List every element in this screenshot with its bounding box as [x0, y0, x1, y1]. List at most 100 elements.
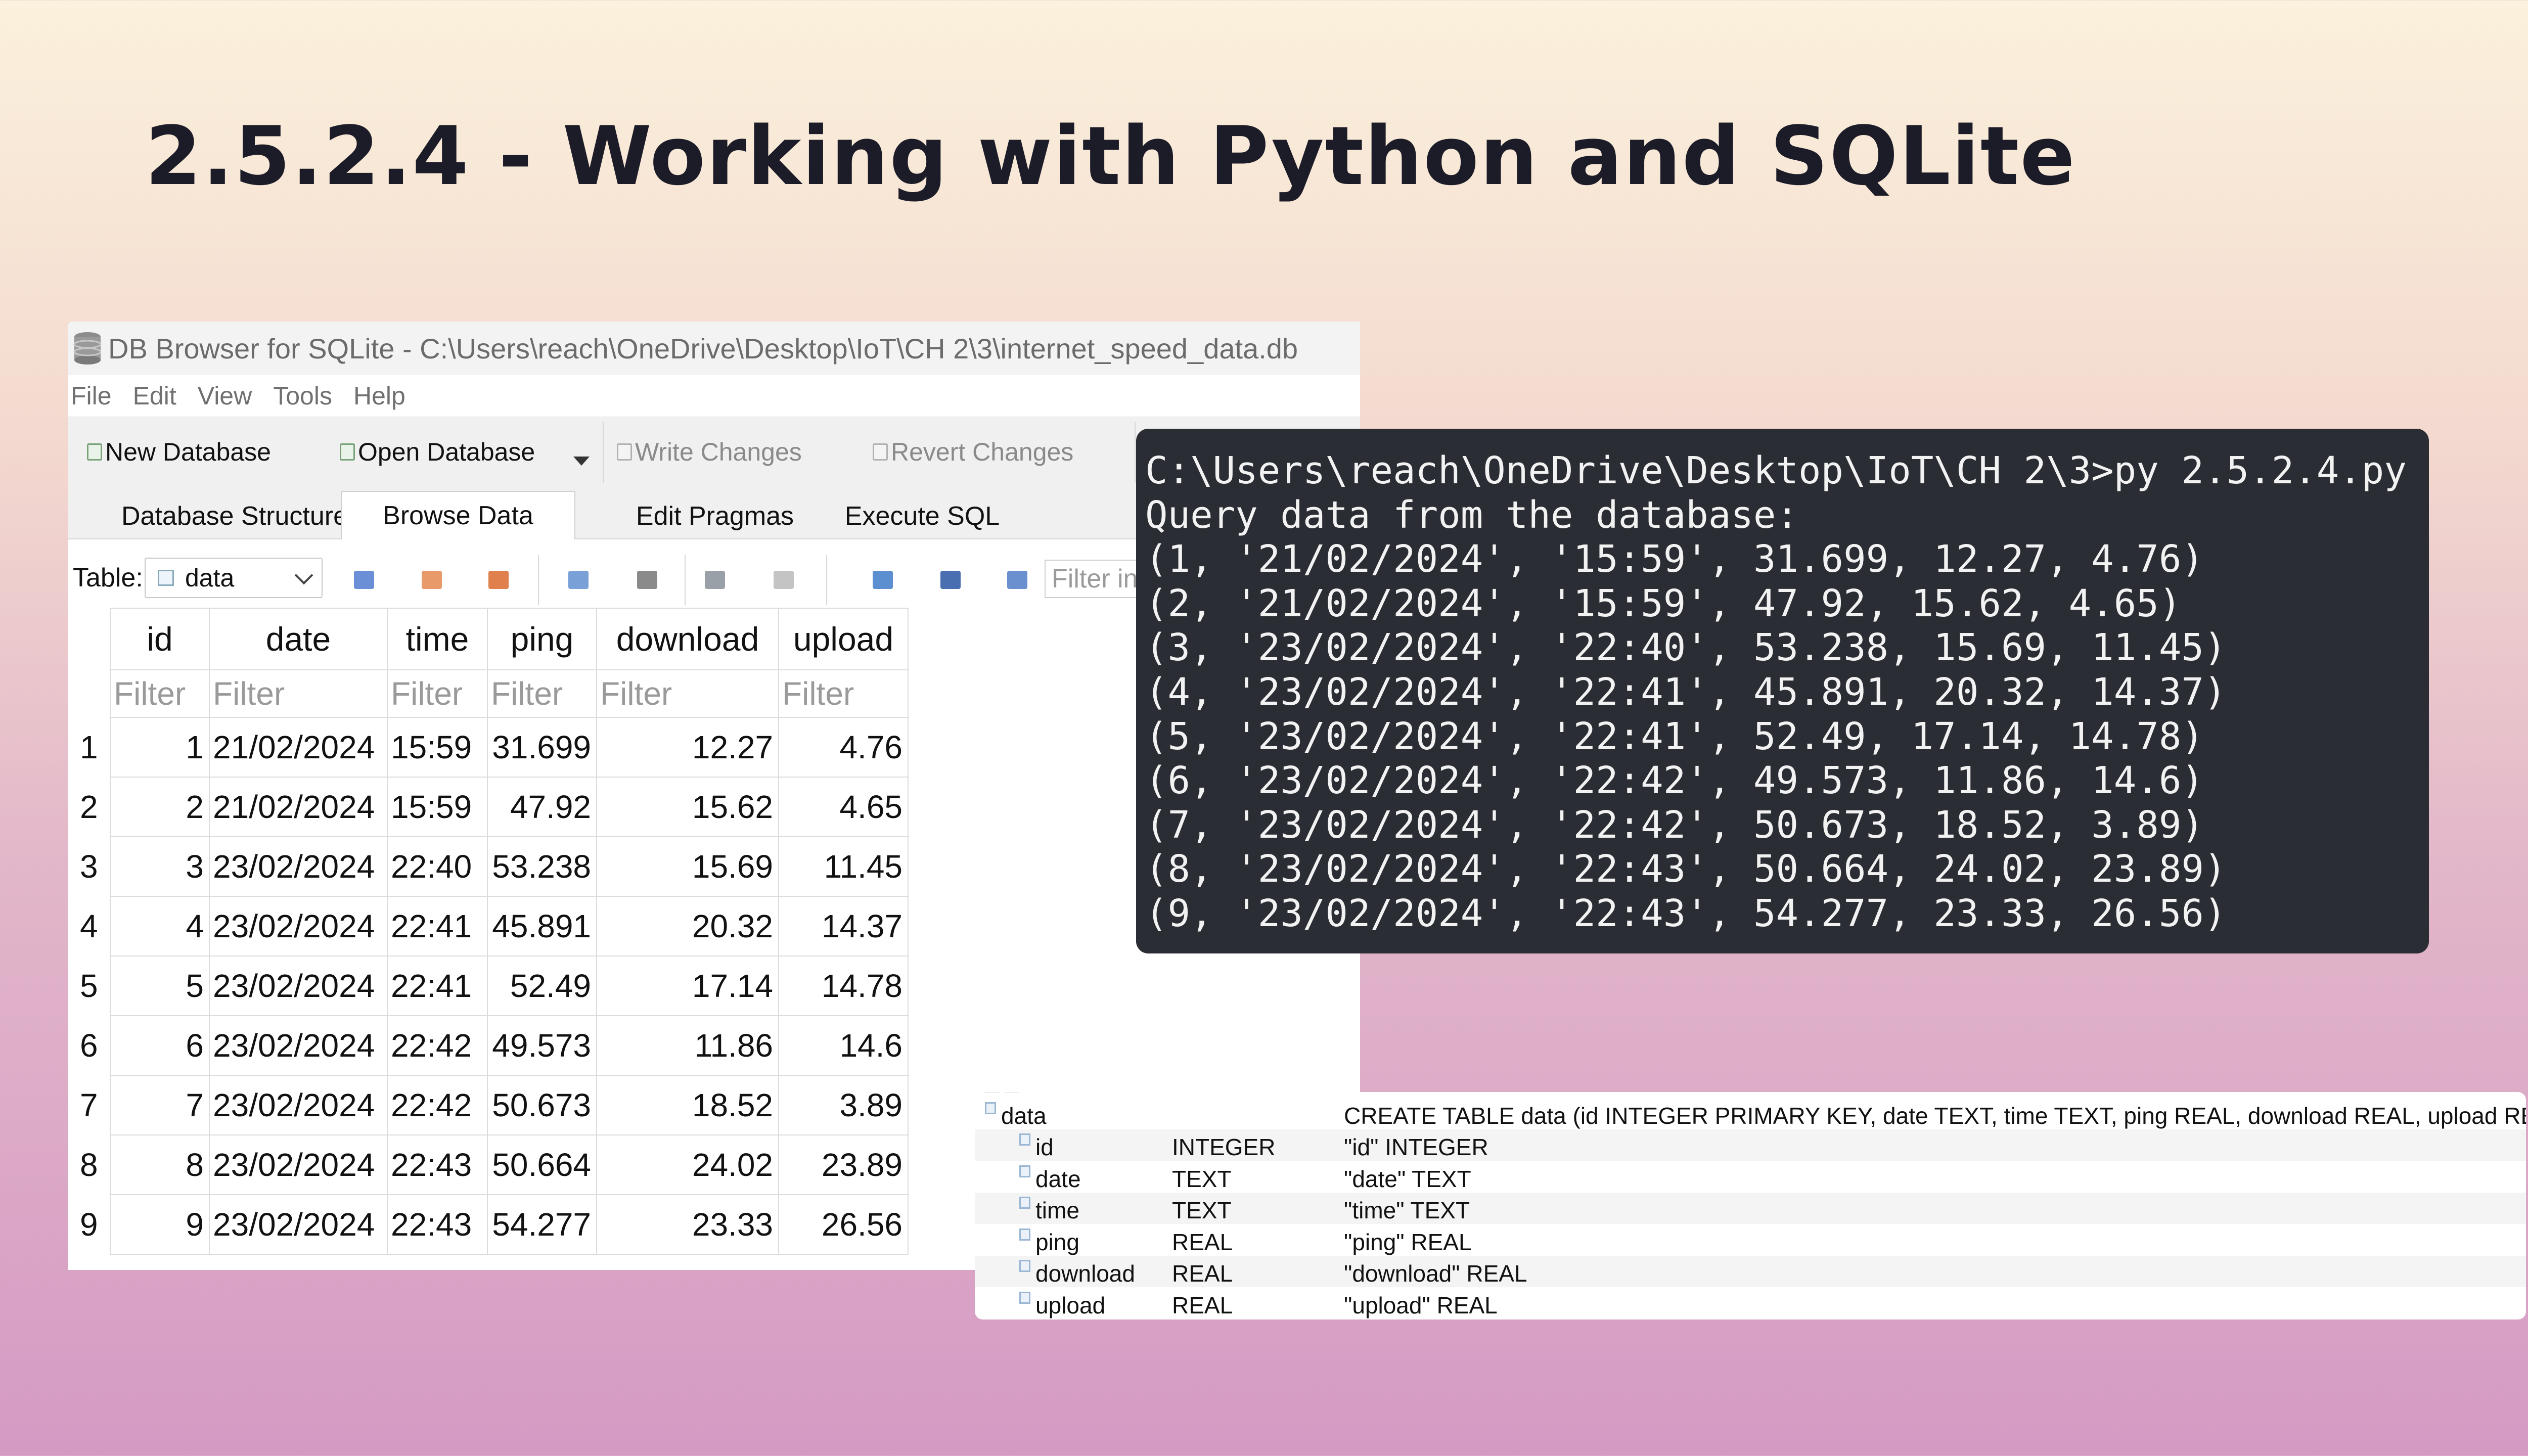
cell-time[interactable]: 15:59 [387, 777, 488, 837]
cell-date[interactable]: 21/02/2024 [209, 777, 388, 837]
cell-download[interactable]: 24.02 [596, 1134, 779, 1195]
schema-field-row[interactable]: date TEXT "date" TEXT [975, 1161, 2526, 1193]
cell-time[interactable]: 22:41 [387, 896, 488, 957]
cell-id[interactable]: 8 [110, 1134, 210, 1195]
find-icon[interactable] [940, 571, 961, 589]
cell-id[interactable]: 4 [110, 896, 210, 957]
schema-field-row[interactable]: id INTEGER "id" INTEGER [975, 1129, 2526, 1161]
table-row[interactable]: 7 7 23/02/2024 22:42 50.673 18.52 3.89 [70, 1075, 909, 1135]
revert-changes-button[interactable]: Revert Changes [873, 437, 1073, 467]
cell-time[interactable]: 15:59 [387, 717, 488, 778]
write-changes-button[interactable]: Write Changes [617, 437, 802, 467]
cell-date[interactable]: 23/02/2024 [209, 1194, 388, 1255]
cell-upload[interactable]: 14.78 [778, 956, 909, 1016]
column-header-date[interactable]: date [209, 608, 388, 670]
cell-ping[interactable]: 47.92 [487, 777, 597, 837]
filter-download-input[interactable]: Filter [596, 669, 779, 718]
schema-field-row[interactable]: upload REAL "upload" REAL [975, 1288, 2526, 1319]
filter-id-input[interactable]: Filter [110, 669, 210, 718]
schema-field-row[interactable]: ping REAL "ping" REAL [975, 1224, 2526, 1256]
cell-upload[interactable]: 3.89 [778, 1075, 909, 1135]
go-to-first-icon[interactable] [873, 571, 893, 589]
cell-time[interactable]: 22:42 [387, 1015, 488, 1076]
cell-download[interactable]: 15.62 [596, 777, 779, 837]
cell-upload[interactable]: 23.89 [778, 1134, 909, 1195]
cell-time[interactable]: 22:43 [387, 1194, 488, 1255]
cell-upload[interactable]: 11.45 [778, 836, 909, 897]
table-row[interactable]: 1 1 21/02/2024 15:59 31.699 12.27 4.76 [70, 717, 909, 778]
row-number[interactable]: 6 [70, 1016, 110, 1075]
insert-record-icon[interactable] [705, 571, 725, 589]
schema-field-row[interactable]: time TEXT "time" TEXT [975, 1193, 2526, 1224]
table-row[interactable]: 6 6 23/02/2024 22:42 49.573 11.86 14.6 [70, 1015, 909, 1076]
cell-download[interactable]: 12.27 [596, 717, 779, 778]
cell-id[interactable]: 7 [110, 1075, 210, 1135]
cell-ping[interactable]: 52.49 [487, 956, 597, 1016]
cell-time[interactable]: 22:43 [387, 1134, 488, 1195]
cell-upload[interactable]: 14.37 [778, 896, 909, 957]
menu-file[interactable]: File [71, 381, 112, 411]
filter-upload-input[interactable]: Filter [778, 669, 909, 718]
cell-ping[interactable]: 54.277 [487, 1194, 597, 1255]
row-number[interactable]: 8 [70, 1135, 110, 1195]
menu-help[interactable]: Help [353, 381, 405, 411]
schema-field-row[interactable]: download REAL "download" REAL [975, 1256, 2526, 1287]
cell-ping[interactable]: 31.699 [487, 717, 597, 778]
cell-date[interactable]: 23/02/2024 [209, 1075, 388, 1135]
cell-id[interactable]: 9 [110, 1194, 210, 1255]
schema-table-row[interactable]: data CREATE TABLE data (id INTEGER PRIMA… [975, 1098, 2526, 1129]
cell-upload[interactable]: 4.65 [778, 777, 909, 837]
cell-date[interactable]: 23/02/2024 [209, 1015, 388, 1076]
cell-upload[interactable]: 4.76 [778, 717, 909, 778]
tab-execute-sql[interactable]: Execute SQL [776, 495, 1069, 537]
cell-time[interactable]: 22:42 [387, 1075, 488, 1135]
cell-upload[interactable]: 14.6 [778, 1015, 909, 1076]
table-row[interactable]: 9 9 23/02/2024 22:43 54.277 23.33 26.56 [70, 1194, 909, 1255]
table-row[interactable]: 8 8 23/02/2024 22:43 50.664 24.02 23.89 [70, 1134, 909, 1195]
cell-ping[interactable]: 49.573 [487, 1015, 597, 1076]
clear-sorting-icon[interactable] [488, 571, 509, 589]
table-select[interactable]: data [145, 558, 323, 598]
cell-time[interactable]: 22:40 [387, 836, 488, 897]
row-number[interactable]: 5 [70, 956, 110, 1016]
open-database-dropdown-arrow[interactable] [573, 457, 590, 466]
column-header-id[interactable]: id [110, 608, 210, 670]
cell-download[interactable]: 17.14 [596, 956, 779, 1016]
filter-time-input[interactable]: Filter [387, 669, 488, 718]
cell-id[interactable]: 5 [110, 956, 210, 1016]
table-row[interactable]: 3 3 23/02/2024 22:40 53.238 15.69 11.45 [70, 836, 909, 897]
delete-record-icon[interactable] [774, 571, 794, 589]
cell-date[interactable]: 23/02/2024 [209, 956, 388, 1016]
cell-id[interactable]: 6 [110, 1015, 210, 1076]
cell-ping[interactable]: 45.891 [487, 896, 597, 957]
refresh-icon[interactable] [354, 571, 374, 589]
table-row[interactable]: 4 4 23/02/2024 22:41 45.891 20.32 14.37 [70, 896, 909, 957]
cell-ping[interactable]: 50.673 [487, 1075, 597, 1135]
table-row[interactable]: 5 5 23/02/2024 22:41 52.49 17.14 14.78 [70, 956, 909, 1016]
row-number[interactable]: 4 [70, 896, 110, 956]
cell-upload[interactable]: 26.56 [778, 1194, 909, 1255]
column-header-ping[interactable]: ping [487, 608, 597, 670]
filter-ping-input[interactable]: Filter [487, 669, 597, 718]
row-number[interactable]: 7 [70, 1075, 110, 1135]
filter-in-all-columns-input[interactable]: Filter in [1045, 560, 1146, 598]
cell-date[interactable]: 23/02/2024 [209, 896, 388, 957]
row-number[interactable]: 2 [70, 777, 110, 837]
menu-view[interactable]: View [198, 381, 252, 411]
cell-ping[interactable]: 50.664 [487, 1134, 597, 1195]
cell-download[interactable]: 15.69 [596, 836, 779, 897]
column-header-upload[interactable]: upload [778, 608, 909, 670]
save-filter-icon[interactable] [568, 571, 589, 589]
cell-download[interactable]: 23.33 [596, 1194, 779, 1255]
cell-id[interactable]: 1 [110, 717, 210, 778]
menu-edit[interactable]: Edit [133, 381, 176, 411]
print-icon[interactable] [637, 571, 657, 589]
clear-filters-icon[interactable] [422, 571, 442, 589]
cell-date[interactable]: 23/02/2024 [209, 836, 388, 897]
row-number[interactable]: 1 [70, 717, 110, 777]
cell-ping[interactable]: 53.238 [487, 836, 597, 897]
open-database-button[interactable]: Open Database [340, 437, 535, 467]
cell-download[interactable]: 11.86 [596, 1015, 779, 1076]
cell-download[interactable]: 18.52 [596, 1075, 779, 1135]
cell-date[interactable]: 21/02/2024 [209, 717, 388, 778]
